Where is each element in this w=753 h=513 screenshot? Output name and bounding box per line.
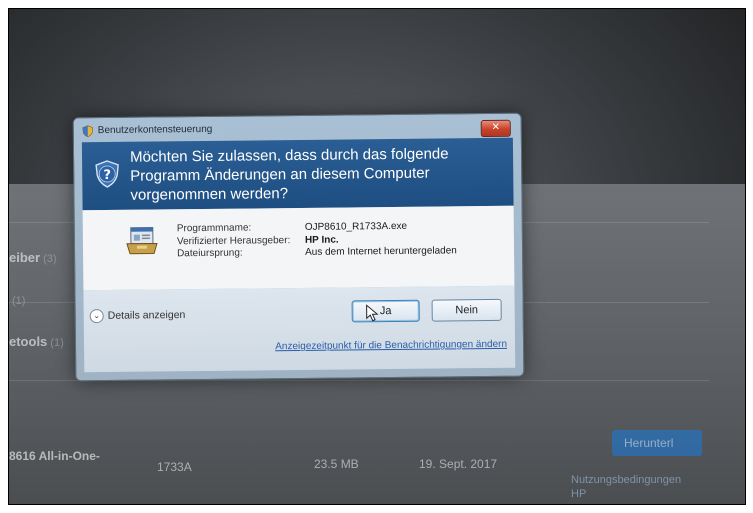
notification-settings-link[interactable]: Anzeigezeitpunkt für die Benachrichtigun… <box>275 339 507 352</box>
photo-background: eiber (3) (1) etools (1) 8616 All-in-One- … <box>9 9 745 504</box>
program-info-values: OJP8610_R1733A.exe HP Inc. Aus dem Inter… <box>305 220 457 259</box>
uac-dialog: Benutzerkontensteuerung ✕ ? Möchten Sie … <box>72 112 525 382</box>
background-category-count: (1) <box>12 295 26 307</box>
details-toggle[interactable]: ⌄ Details anzeigen <box>89 308 186 324</box>
close-button[interactable]: ✕ <box>480 119 511 138</box>
details-label: Details anzeigen <box>107 308 186 322</box>
mouse-pointer-icon <box>366 304 379 322</box>
origin-value: Aus dem Internet heruntergeladen <box>304 245 457 258</box>
publisher-label: Verifizierter Herausgeber: <box>176 234 291 247</box>
background-category-label: eiber <box>9 250 41 265</box>
background-category-unnamed: (1) <box>9 295 25 307</box>
program-info-labels: Programmname: Verifizierter Herausgeber:… <box>177 222 291 261</box>
dialog-titlebar: Benutzerkontensteuerung ✕ <box>80 118 515 141</box>
origin-label: Dateiursprung: <box>177 247 243 260</box>
background-release-date: 19. Sept. 2017 <box>419 457 498 471</box>
dialog-title: Benutzerkontensteuerung <box>97 123 213 137</box>
program-info-panel: Programmname: Verifizierter Herausgeber:… <box>82 205 515 291</box>
background-product-name: 8616 All-in-One- <box>9 449 100 463</box>
program-installer-icon <box>126 227 158 255</box>
background-category-label: etools <box>9 334 48 349</box>
no-button[interactable]: Nein <box>431 298 502 322</box>
program-name-label: Programmname: <box>176 222 252 235</box>
background-terms-link-hp[interactable]: HP <box>571 488 586 500</box>
background-version: 1733A <box>157 460 192 474</box>
background-terms-link[interactable]: Nutzungsbedingungen <box>571 474 681 486</box>
dialog-question: Möchten Sie zulassen, dass durch das fol… <box>129 145 449 204</box>
background-category-count: (3) <box>43 253 57 265</box>
chevron-down-icon: ⌄ <box>89 309 104 324</box>
background-file-size: 23.5 MB <box>314 457 359 471</box>
yes-button[interactable]: Ja <box>351 299 420 323</box>
background-download-button[interactable]: Herunterl <box>612 430 702 456</box>
frame-left <box>8 8 9 505</box>
frame-right <box>745 8 746 505</box>
background-category-tools: etools (1) <box>9 334 64 349</box>
dialog-footer: ⌄ Details anzeigen Ja Nein Anzeigezeitpun… <box>83 285 516 373</box>
dialog-header: ? Möchten Sie zulassen, dass durch das f… <box>81 137 514 211</box>
background-category-count: (1) <box>50 337 64 349</box>
background-category-drivers: eiber (3) <box>9 250 57 265</box>
frame-bottom <box>9 504 746 505</box>
uac-shield-icon <box>82 125 94 138</box>
svg-text:?: ? <box>103 168 111 183</box>
frame-top <box>9 8 746 9</box>
close-icon: ✕ <box>491 121 501 133</box>
question-shield-icon: ? <box>95 160 119 188</box>
